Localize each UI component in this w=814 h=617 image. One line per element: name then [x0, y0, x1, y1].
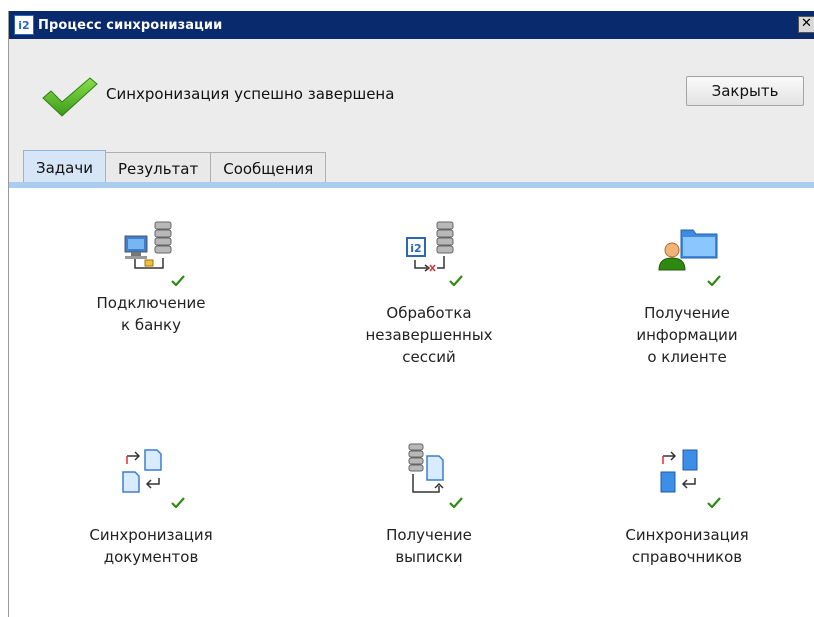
done-check-icon	[449, 497, 463, 508]
status-row: Синхронизация успешно завершена Закрыть	[9, 39, 814, 135]
tab-tasks[interactable]: Задачи	[23, 150, 106, 184]
task-statement: Получение выписки	[329, 440, 529, 568]
tab-messages[interactable]: Сообщения	[210, 152, 327, 184]
close-button[interactable]: Закрыть	[686, 76, 804, 106]
status-message: Синхронизация успешно завершена	[106, 85, 395, 103]
svg-text:i2: i2	[410, 242, 421, 255]
app-icon: i2	[14, 15, 34, 35]
done-check-icon	[171, 275, 185, 286]
sync-dialog: i2 Процесс синхронизации ✕ Синхронизация…	[8, 11, 814, 617]
done-check-icon	[449, 275, 463, 286]
done-check-icon	[171, 497, 185, 508]
tab-result[interactable]: Результат	[104, 152, 212, 184]
task-bank-connection: Подключение к банку	[51, 218, 251, 336]
done-check-icon	[707, 497, 721, 508]
task-label: Синхронизация документов	[89, 526, 213, 566]
window-title: Процесс синхронизации	[38, 17, 223, 33]
tab-bar: Задачи Результат Сообщения	[23, 150, 327, 184]
task-label: Получение выписки	[386, 526, 472, 566]
task-directories-sync: Синхронизация справочников	[587, 440, 787, 568]
title-bar: i2 Процесс синхронизации ✕	[9, 11, 814, 39]
task-label: Подключение к банку	[96, 294, 206, 334]
done-check-icon	[707, 275, 721, 286]
checkmark-icon	[42, 77, 98, 117]
task-client-info: Получение информации о клиенте	[587, 218, 787, 368]
task-documents-sync: Синхронизация документов	[51, 440, 251, 568]
close-window-button[interactable]: ✕	[798, 16, 814, 33]
tasks-panel: Подключение к банку i2 Обработка незавер…	[9, 188, 814, 617]
task-label: Обработка незавершенных сессий	[365, 304, 493, 366]
task-label: Получение информации о клиенте	[636, 304, 738, 366]
task-session-processing: i2 Обработка незавершенных сессий	[329, 218, 529, 368]
task-label: Синхронизация справочников	[625, 526, 749, 566]
